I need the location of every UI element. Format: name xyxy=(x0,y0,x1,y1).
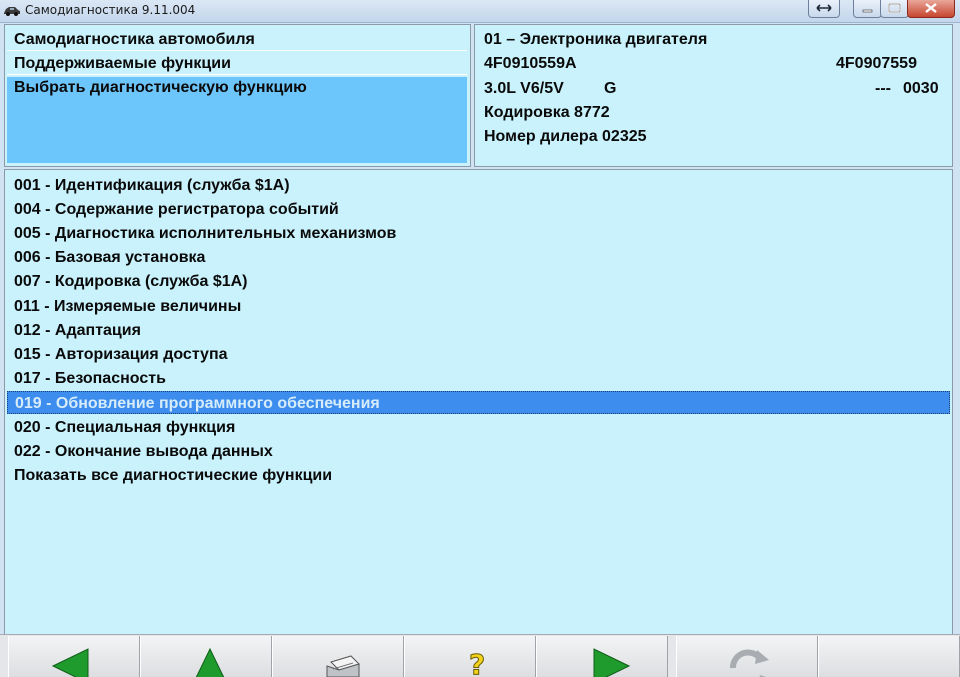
software-version: 0030 xyxy=(903,80,939,97)
list-item-selected[interactable]: 019 - Обновление программного обеспечени… xyxy=(7,391,950,414)
resize-button[interactable] xyxy=(808,0,840,18)
diagnostic-function-list[interactable]: 001 - Идентификация (служба $1A) 004 - С… xyxy=(4,169,953,635)
help-button[interactable]: ? xyxy=(404,636,536,677)
list-item[interactable]: 001 - Идентификация (служба $1A) xyxy=(7,174,950,197)
car-app-icon xyxy=(4,7,20,16)
refresh-button[interactable] xyxy=(676,636,818,677)
list-item[interactable]: 004 - Содержание регистратора событий xyxy=(7,198,950,221)
print-button[interactable] xyxy=(272,636,404,677)
list-item[interactable]: 006 - Базовая установка xyxy=(7,246,950,269)
list-item[interactable]: 017 - Безопасность xyxy=(7,367,950,390)
minimize-button[interactable] xyxy=(853,0,882,18)
printer-icon xyxy=(326,655,360,677)
close-button[interactable] xyxy=(907,0,955,18)
module-title: 01 – Электроника двигателя xyxy=(484,31,708,48)
title-bar[interactable]: Самодиагностика 9.11.004 xyxy=(0,0,960,23)
list-item[interactable]: 015 - Авторизация доступа xyxy=(7,343,950,366)
bottom-toolbar: ? xyxy=(0,634,960,677)
menu-item-self-diagnosis[interactable]: Самодиагностика автомобиля xyxy=(7,29,467,51)
svg-text:?: ? xyxy=(469,648,485,677)
arrow-right-icon xyxy=(593,648,631,677)
maximize-icon xyxy=(888,3,901,13)
dealer-number-label: Номер дилера 02325 xyxy=(484,128,647,145)
version-dashes: --- xyxy=(875,80,891,97)
list-item[interactable]: 007 - Кодировка (служба $1A) xyxy=(7,270,950,293)
arrow-left-icon xyxy=(51,648,89,677)
module-info-panel: 01 – Электроника двигателя 4F0910559A 4F… xyxy=(474,24,953,167)
coding-label: Кодировка 8772 xyxy=(484,104,610,121)
minimize-icon xyxy=(862,9,873,13)
back-button[interactable] xyxy=(8,636,140,677)
list-item[interactable]: 011 - Измеряемые величины xyxy=(7,295,950,318)
menu-item-select-function[interactable]: Выбрать диагностическую функцию xyxy=(7,77,467,163)
menu-item-supported-functions[interactable]: Поддерживаемые функции xyxy=(7,53,467,75)
engine-label: 3.0L V6/5V xyxy=(484,80,564,97)
list-item[interactable]: 012 - Адаптация xyxy=(7,319,950,342)
refresh-icon xyxy=(730,649,769,677)
question-icon: ? xyxy=(469,648,486,677)
list-item[interactable]: 022 - Окончание вывода данных xyxy=(7,440,950,463)
navigation-menu-panel: Самодиагностика автомобиля Поддерживаемы… xyxy=(4,24,471,167)
maximize-button[interactable] xyxy=(880,0,909,18)
forward-button[interactable] xyxy=(536,636,668,677)
close-icon xyxy=(925,3,937,13)
resize-arrows-icon xyxy=(816,4,832,12)
part-number-right: 4F0907559 xyxy=(836,55,917,72)
up-button[interactable] xyxy=(140,636,272,677)
list-item[interactable]: 020 - Специальная функция xyxy=(7,416,950,439)
toolbar-empty-slot xyxy=(818,636,960,677)
arrow-up-icon xyxy=(195,647,225,677)
part-number-left: 4F0910559A xyxy=(484,55,577,72)
list-item[interactable]: Показать все диагностические функции xyxy=(7,464,950,487)
engine-code: G xyxy=(604,80,617,97)
window-title: Самодиагностика 9.11.004 xyxy=(25,3,196,17)
list-item[interactable]: 005 - Диагностика исполнительных механиз… xyxy=(7,222,950,245)
